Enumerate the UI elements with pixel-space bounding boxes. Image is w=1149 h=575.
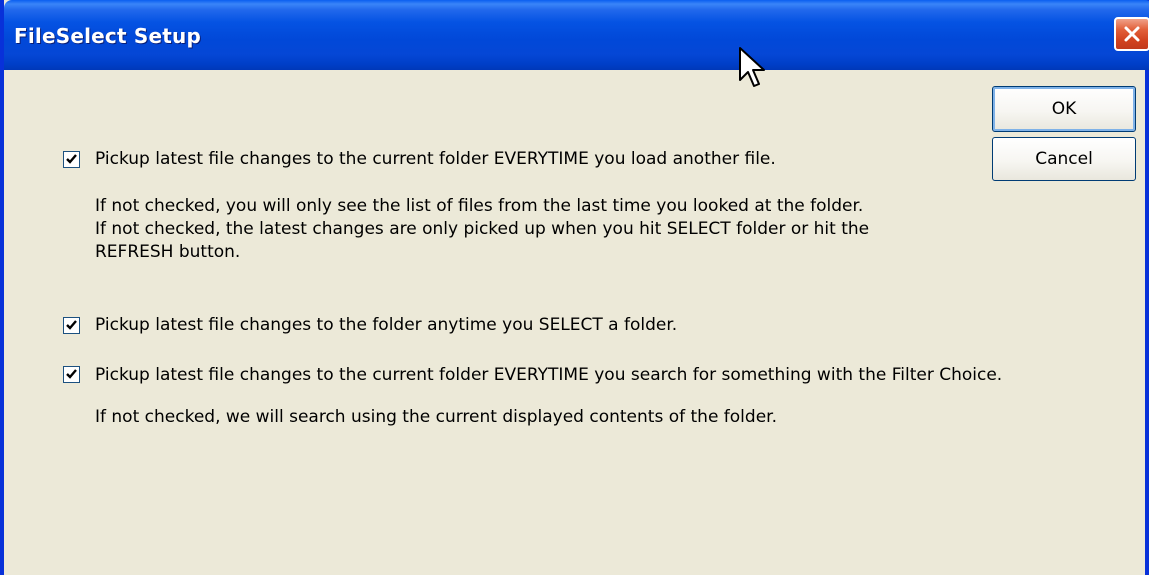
title-bar[interactable]: FileSelect Setup: [4, 0, 1149, 70]
window-title: FileSelect Setup: [14, 24, 201, 48]
option-label-pickup-on-load[interactable]: Pickup latest file changes to the curren…: [95, 148, 776, 170]
ok-button[interactable]: OK: [992, 86, 1136, 132]
checkmark-icon: [66, 369, 77, 379]
close-icon: [1124, 26, 1140, 42]
option-label-pickup-on-search[interactable]: Pickup latest file changes to the curren…: [95, 364, 1002, 386]
dialog-window: FileSelect Setup OK Cancel Pickup latest…: [0, 0, 1149, 575]
cancel-button[interactable]: Cancel: [992, 137, 1136, 181]
checkmark-icon: [66, 154, 77, 164]
option-note: If not checked, you will only see the li…: [95, 196, 864, 216]
close-button[interactable]: [1114, 17, 1149, 51]
checkbox-pickup-on-search[interactable]: [63, 366, 80, 383]
checkmark-icon: [66, 320, 77, 330]
checkbox-pickup-on-select[interactable]: [63, 317, 80, 334]
mouse-cursor-icon: [739, 47, 765, 87]
option-label-pickup-on-select[interactable]: Pickup latest file changes to the folder…: [95, 314, 677, 336]
option-note: If not checked, the latest changes are o…: [95, 219, 870, 239]
checkbox-pickup-on-load[interactable]: [63, 151, 80, 168]
option-note: If not checked, we will search using the…: [95, 407, 777, 427]
option-note: REFRESH button.: [95, 242, 241, 262]
